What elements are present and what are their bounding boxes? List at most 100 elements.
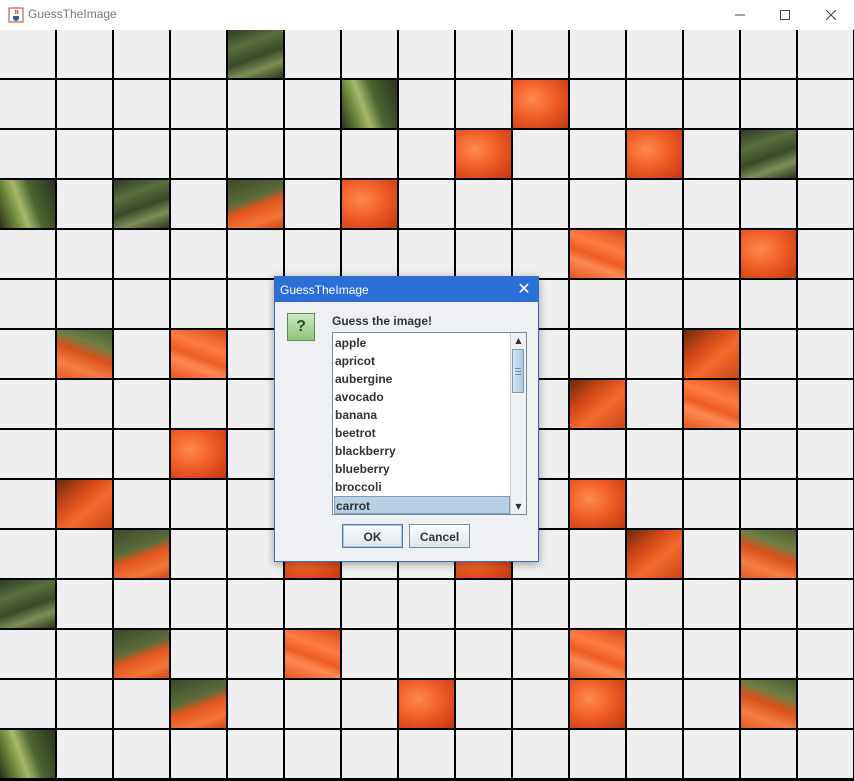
list-item-blackberry[interactable]: blackberry	[334, 442, 511, 460]
hidden-tile	[684, 480, 739, 528]
hidden-tile	[57, 80, 112, 128]
hidden-tile	[57, 630, 112, 678]
hidden-tile	[114, 330, 169, 378]
hidden-tile	[57, 380, 112, 428]
hidden-tile	[399, 80, 454, 128]
hidden-tile	[57, 280, 112, 328]
revealed-tile	[342, 180, 397, 228]
hidden-tile	[627, 230, 682, 278]
hidden-tile	[285, 130, 340, 178]
hidden-tile	[513, 730, 568, 778]
hidden-tile	[627, 80, 682, 128]
hidden-tile	[798, 180, 853, 228]
hidden-tile	[399, 730, 454, 778]
hidden-tile	[570, 280, 625, 328]
hidden-tile	[513, 680, 568, 728]
hidden-tile	[228, 580, 283, 628]
hidden-tile	[570, 430, 625, 478]
hidden-tile	[798, 380, 853, 428]
dialog-close-icon[interactable]: ✕	[516, 281, 532, 297]
hidden-tile	[684, 280, 739, 328]
revealed-tile	[228, 180, 283, 228]
hidden-tile	[570, 130, 625, 178]
hidden-tile	[171, 530, 226, 578]
hidden-tile	[114, 130, 169, 178]
hidden-tile	[0, 680, 55, 728]
list-item-blueberry[interactable]: blueberry	[334, 460, 511, 478]
hidden-tile	[741, 180, 796, 228]
hidden-tile	[570, 730, 625, 778]
hidden-tile	[399, 30, 454, 78]
hidden-tile	[513, 230, 568, 278]
hidden-tile	[798, 530, 853, 578]
hidden-tile	[684, 680, 739, 728]
dialog-title: GuessTheImage	[280, 283, 369, 297]
scroll-down-icon[interactable]: ▼	[511, 499, 526, 514]
scroll-thumb[interactable]	[512, 349, 524, 393]
hidden-tile	[114, 430, 169, 478]
revealed-tile	[171, 430, 226, 478]
hidden-tile	[798, 630, 853, 678]
revealed-tile	[741, 530, 796, 578]
hidden-tile	[228, 680, 283, 728]
hidden-tile	[684, 430, 739, 478]
list-scrollbar[interactable]: ▲ ▼	[510, 333, 526, 514]
cancel-button[interactable]: Cancel	[409, 524, 470, 548]
list-item-beetrot[interactable]: beetrot	[334, 424, 511, 442]
hidden-tile	[0, 80, 55, 128]
revealed-tile	[741, 130, 796, 178]
hidden-tile	[171, 180, 226, 228]
scroll-up-icon[interactable]: ▲	[511, 333, 526, 348]
hidden-tile	[285, 680, 340, 728]
revealed-tile	[627, 530, 682, 578]
close-window-button[interactable]	[808, 0, 854, 30]
hidden-tile	[171, 230, 226, 278]
hidden-tile	[228, 80, 283, 128]
hidden-tile	[57, 530, 112, 578]
hidden-tile	[342, 630, 397, 678]
hidden-tile	[0, 630, 55, 678]
hidden-tile	[627, 730, 682, 778]
question-icon: ?	[287, 313, 315, 341]
maximize-icon	[780, 10, 790, 20]
hidden-tile	[228, 730, 283, 778]
options-list[interactable]: apple apricot aubergine avocado banana beetro…	[332, 332, 527, 515]
ok-button[interactable]: OK	[342, 524, 403, 548]
hidden-tile	[798, 230, 853, 278]
hidden-tile	[171, 630, 226, 678]
hidden-tile	[456, 680, 511, 728]
list-item-banana[interactable]: banana	[334, 406, 511, 424]
hidden-tile	[684, 130, 739, 178]
minimize-button[interactable]	[717, 0, 763, 30]
java-cup-icon	[8, 7, 24, 23]
window-titlebar: GuessTheImage	[0, 0, 854, 30]
maximize-button[interactable]	[762, 0, 808, 30]
hidden-tile	[798, 680, 853, 728]
hidden-tile	[228, 130, 283, 178]
hidden-tile	[171, 580, 226, 628]
list-item-apricot[interactable]: apricot	[334, 352, 511, 370]
revealed-tile	[741, 680, 796, 728]
list-item-apple[interactable]: apple	[334, 334, 511, 352]
hidden-tile	[798, 280, 853, 328]
hidden-tile	[741, 280, 796, 328]
list-item-aubergine[interactable]: aubergine	[334, 370, 511, 388]
revealed-tile	[684, 380, 739, 428]
list-item-avocado[interactable]: avocado	[334, 388, 511, 406]
hidden-tile	[114, 730, 169, 778]
list-item-broccoli[interactable]: broccoli	[334, 478, 511, 496]
hidden-tile	[741, 80, 796, 128]
hidden-tile	[627, 480, 682, 528]
revealed-tile	[570, 680, 625, 728]
hidden-tile	[342, 730, 397, 778]
hidden-tile	[399, 630, 454, 678]
list-item-carrot[interactable]: carrot	[334, 496, 510, 514]
hidden-tile	[627, 580, 682, 628]
hidden-tile	[570, 330, 625, 378]
hidden-tile	[114, 230, 169, 278]
hidden-tile	[0, 280, 55, 328]
hidden-tile	[741, 30, 796, 78]
hidden-tile	[0, 530, 55, 578]
hidden-tile	[570, 580, 625, 628]
close-icon	[826, 10, 836, 20]
